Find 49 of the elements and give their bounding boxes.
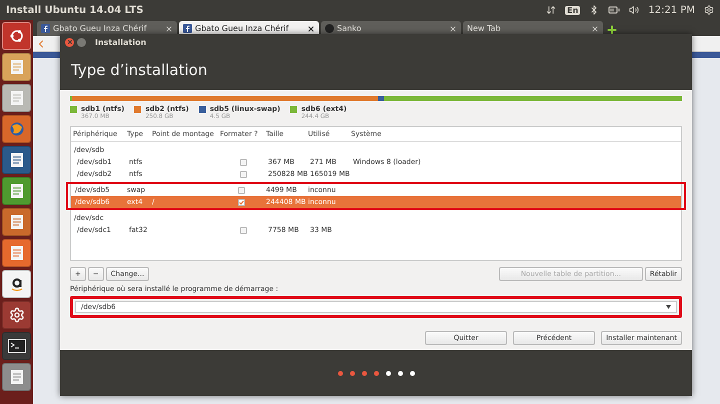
- launcher-tile[interactable]: [2, 270, 31, 298]
- format-checkbox[interactable]: [238, 186, 244, 194]
- launcher-tile[interactable]: [2, 84, 31, 112]
- launcher-tile[interactable]: [2, 363, 31, 391]
- volume-icon[interactable]: [629, 5, 640, 15]
- facebook-icon: [41, 24, 50, 33]
- new-tab-button[interactable]: [605, 23, 619, 36]
- document-icon: [10, 245, 24, 261]
- close-icon[interactable]: [307, 24, 315, 32]
- circle-of-friends-icon: [8, 28, 24, 44]
- gear-icon: [8, 307, 24, 323]
- caret-icon: [666, 305, 671, 309]
- battery-icon[interactable]: [608, 4, 620, 16]
- launcher-tile[interactable]: [2, 239, 31, 267]
- launcher-tile[interactable]: [2, 115, 31, 143]
- window-title: Installation: [95, 38, 146, 46]
- document-icon: [10, 183, 24, 199]
- document-icon: [10, 152, 24, 168]
- launcher-tile[interactable]: [2, 332, 31, 360]
- document-icon: [10, 214, 24, 230]
- launcher-tile[interactable]: [2, 301, 31, 329]
- minimize-icon[interactable]: [77, 38, 86, 46]
- document-icon: [10, 59, 24, 75]
- tab-title: New Tab: [467, 24, 502, 33]
- circle-logo-icon: [325, 24, 334, 33]
- tab-title: Gbato Gueu Inza Chérif: [53, 24, 148, 33]
- launcher-tile[interactable]: [2, 208, 31, 236]
- window-title: Install Ubuntu 14.04 LTS: [6, 4, 144, 16]
- format-checkbox[interactable]: [240, 170, 246, 178]
- tab-title: Gbato Gueu Inza Chérif: [195, 24, 290, 33]
- launcher-tile[interactable]: [2, 146, 31, 174]
- facebook-icon: [183, 24, 192, 33]
- format-checkbox[interactable]: [240, 158, 246, 166]
- clock[interactable]: 12:21 PM: [648, 4, 695, 16]
- document-icon: [10, 90, 24, 106]
- bluetooth-icon[interactable]: [589, 5, 600, 15]
- format-checkbox[interactable]: [240, 226, 246, 234]
- launcher-tile[interactable]: [2, 177, 31, 205]
- page-heading: Type d’installation: [70, 60, 208, 81]
- terminal-icon: [8, 339, 26, 353]
- launcher-tile[interactable]: [2, 53, 31, 81]
- document-icon: [10, 369, 24, 385]
- letter-a-logo-icon: [10, 276, 24, 292]
- format-checkbox[interactable]: [238, 198, 244, 206]
- globe-icon: [8, 121, 24, 137]
- settings-icon[interactable]: [704, 5, 714, 15]
- network-icon[interactable]: [546, 5, 556, 15]
- tab-title: Sanko: [337, 24, 362, 33]
- keyboard-layout-indicator[interactable]: En: [565, 6, 580, 14]
